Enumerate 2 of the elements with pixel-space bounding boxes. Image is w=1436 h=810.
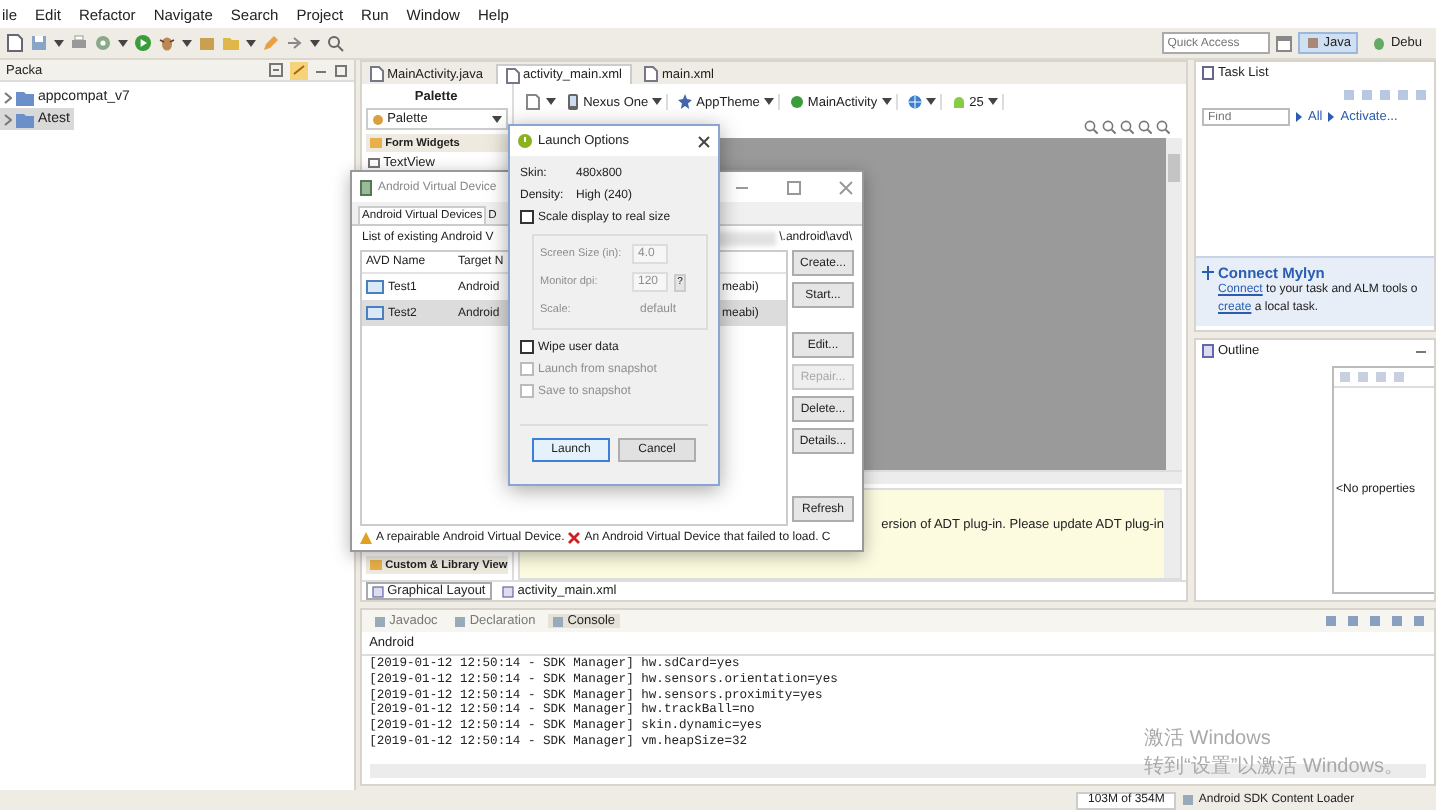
activation-text: 转到“设置”以激活 Windows。 (1144, 753, 1405, 780)
activation-title: 激活 Windows (1144, 726, 1273, 752)
